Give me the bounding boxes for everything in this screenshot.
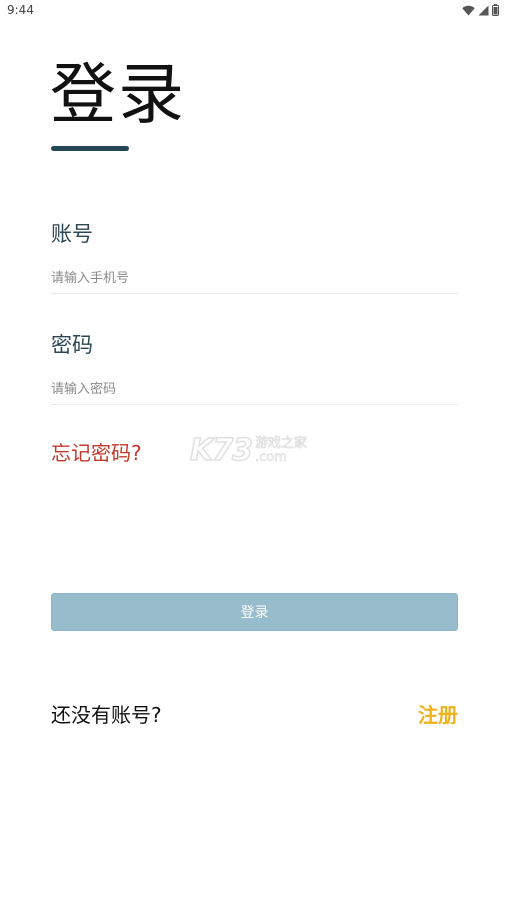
cellular-signal-icon: [478, 5, 489, 16]
status-bar: 9:44: [0, 0, 508, 22]
no-account-text: 还没有账号?: [51, 703, 162, 727]
watermark-en: .com: [255, 449, 288, 465]
watermark-text: 游戏之家 .com: [255, 435, 308, 465]
status-icons: [462, 4, 499, 16]
page-title: 登录: [50, 56, 186, 133]
status-time: 9:44: [7, 3, 34, 17]
watermark-logo: K73 游戏之家 .com: [189, 432, 308, 469]
password-input[interactable]: [51, 374, 458, 405]
title-underline: [51, 146, 129, 151]
register-link[interactable]: 注册: [418, 699, 458, 728]
login-button[interactable]: 登录: [51, 593, 458, 631]
battery-icon: [492, 4, 499, 16]
watermark-cn: 游戏之家: [255, 435, 308, 451]
password-label: 密码: [51, 333, 93, 357]
forgot-password-link[interactable]: 忘记密码?: [51, 437, 142, 466]
wifi-icon: [462, 5, 475, 16]
account-label: 账号: [51, 222, 93, 246]
phone-input[interactable]: [51, 263, 458, 294]
watermark-k73: K73: [189, 432, 254, 469]
